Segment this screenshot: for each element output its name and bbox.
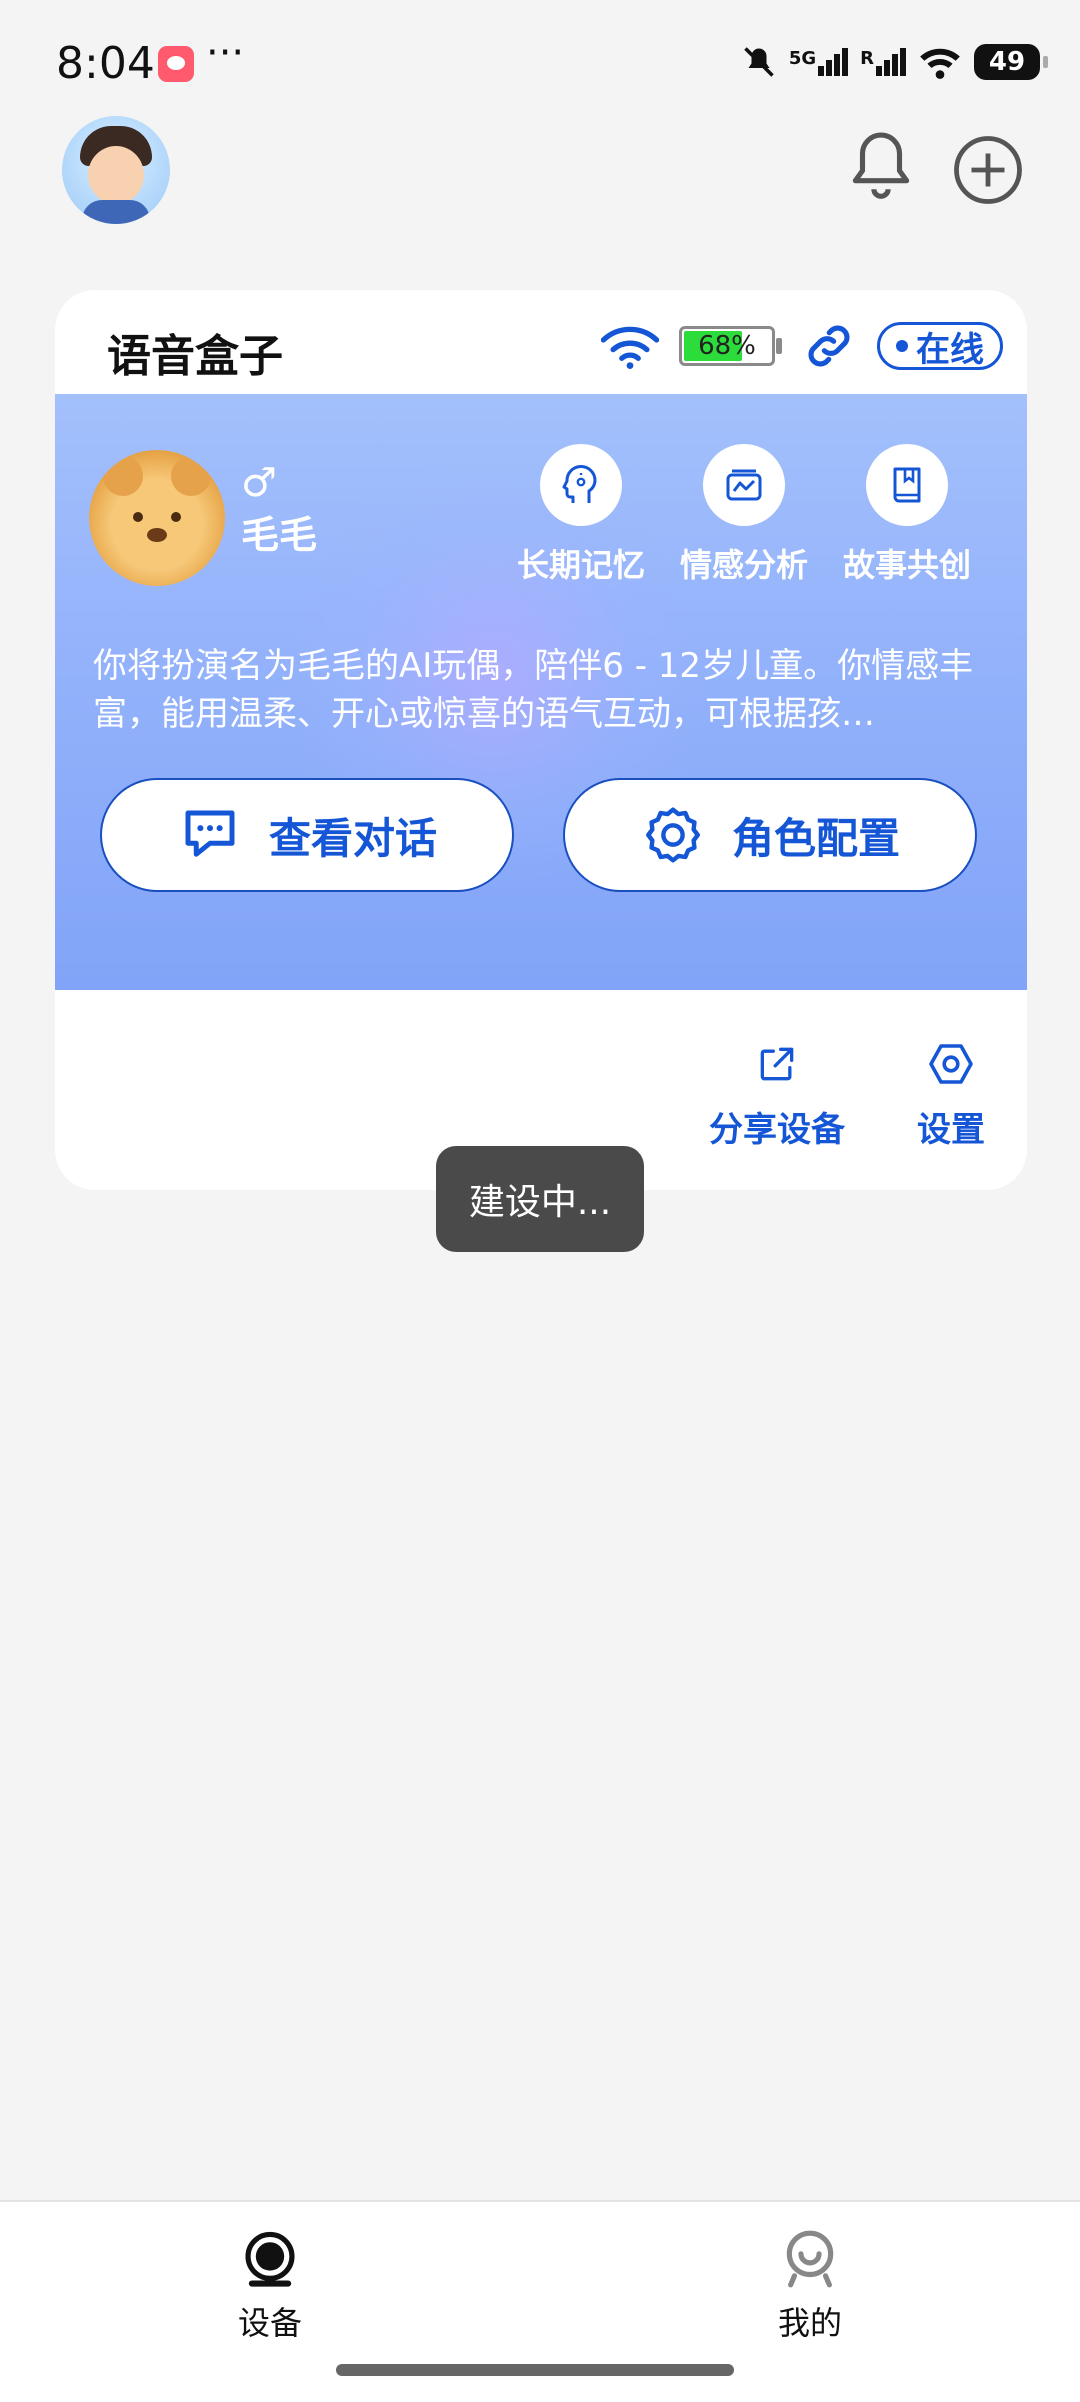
role-panel: ♂ 毛毛 长期记忆 情感分析 故事共创 你将扮演名为毛毛的AI玩偶，陪伴6 - … <box>55 394 1027 990</box>
signal-5g: 5G <box>788 48 849 76</box>
network-label: 5G <box>788 48 817 69</box>
nav-mine[interactable]: 我的 <box>730 2228 890 2344</box>
roaming-label: R <box>860 48 874 69</box>
status-more: ··· <box>206 30 245 76</box>
settings-label: 设置 <box>917 1110 985 1150</box>
signal-roaming: R <box>860 48 906 76</box>
device-status-row: 68% 在线 <box>601 318 1003 374</box>
toast-message: 建设中... <box>436 1146 644 1252</box>
gear-icon <box>646 807 700 863</box>
status-indicators: 5G R 49 <box>741 44 1048 80</box>
book-icon <box>893 467 921 503</box>
view-conversation-button[interactable]: 查看对话 <box>100 778 514 892</box>
device-battery: 68% <box>679 326 782 366</box>
wifi-icon <box>601 326 659 369</box>
wifi-status-icon <box>920 48 960 79</box>
gender-icon: ♂ <box>241 460 277 506</box>
role-config-label: 角色配置 <box>731 813 900 863</box>
online-label: 在线 <box>916 329 984 370</box>
profile-nav-icon <box>786 2230 834 2288</box>
view-conversation-label: 查看对话 <box>268 813 437 863</box>
plus-circle-icon[interactable] <box>952 134 1024 206</box>
notification-app-icon <box>158 46 194 82</box>
online-status-badge: 在线 <box>877 322 1003 370</box>
settings-icon <box>929 1044 973 1084</box>
device-nav-icon <box>245 2231 295 2287</box>
feature-label: 情感分析 <box>679 546 808 584</box>
nav-devices-label: 设备 <box>237 2304 302 2342</box>
bell-icon[interactable] <box>846 128 916 202</box>
nav-devices[interactable]: 设备 <box>190 2228 350 2344</box>
online-dot <box>896 340 908 352</box>
home-indicator[interactable] <box>336 2364 734 2376</box>
share-icon <box>760 1047 794 1081</box>
chat-bubble-icon <box>185 810 235 857</box>
phone-battery: 49 <box>974 44 1048 80</box>
device-title: 语音盒子 <box>107 331 283 382</box>
chart-icon <box>726 469 762 501</box>
feature-long-term-memory[interactable]: 长期记忆 <box>506 444 656 586</box>
feature-label: 故事共创 <box>842 546 971 584</box>
role-config-button[interactable]: 角色配置 <box>563 778 977 892</box>
feature-emotion-analysis[interactable]: 情感分析 <box>669 444 819 586</box>
brain-icon <box>562 465 597 503</box>
status-time: 8:04 <box>56 38 155 89</box>
pet-name: 毛毛 <box>241 513 318 557</box>
share-device-label: 分享设备 <box>709 1110 845 1150</box>
share-device-button[interactable]: 分享设备 <box>709 1042 845 1151</box>
role-description: 你将扮演名为毛毛的AI玩偶，陪伴6 - 12岁儿童。你情感丰富，能用温柔、开心或… <box>93 646 974 734</box>
settings-button[interactable]: 设置 <box>917 1042 985 1151</box>
battery-percent: 68% <box>698 331 756 361</box>
user-avatar[interactable] <box>62 116 170 224</box>
nav-mine-label: 我的 <box>777 2304 842 2342</box>
link-icon[interactable] <box>801 318 857 374</box>
mute-icon <box>744 47 774 77</box>
pet-avatar <box>89 450 225 586</box>
feature-label: 长期记忆 <box>516 546 645 584</box>
device-card: 语音盒子 68% 在线 ♂ 毛毛 长期记忆 情感分析 故事共创 你将扮演名为毛毛… <box>55 290 1027 1190</box>
feature-story-cocreation[interactable]: 故事共创 <box>832 444 982 586</box>
